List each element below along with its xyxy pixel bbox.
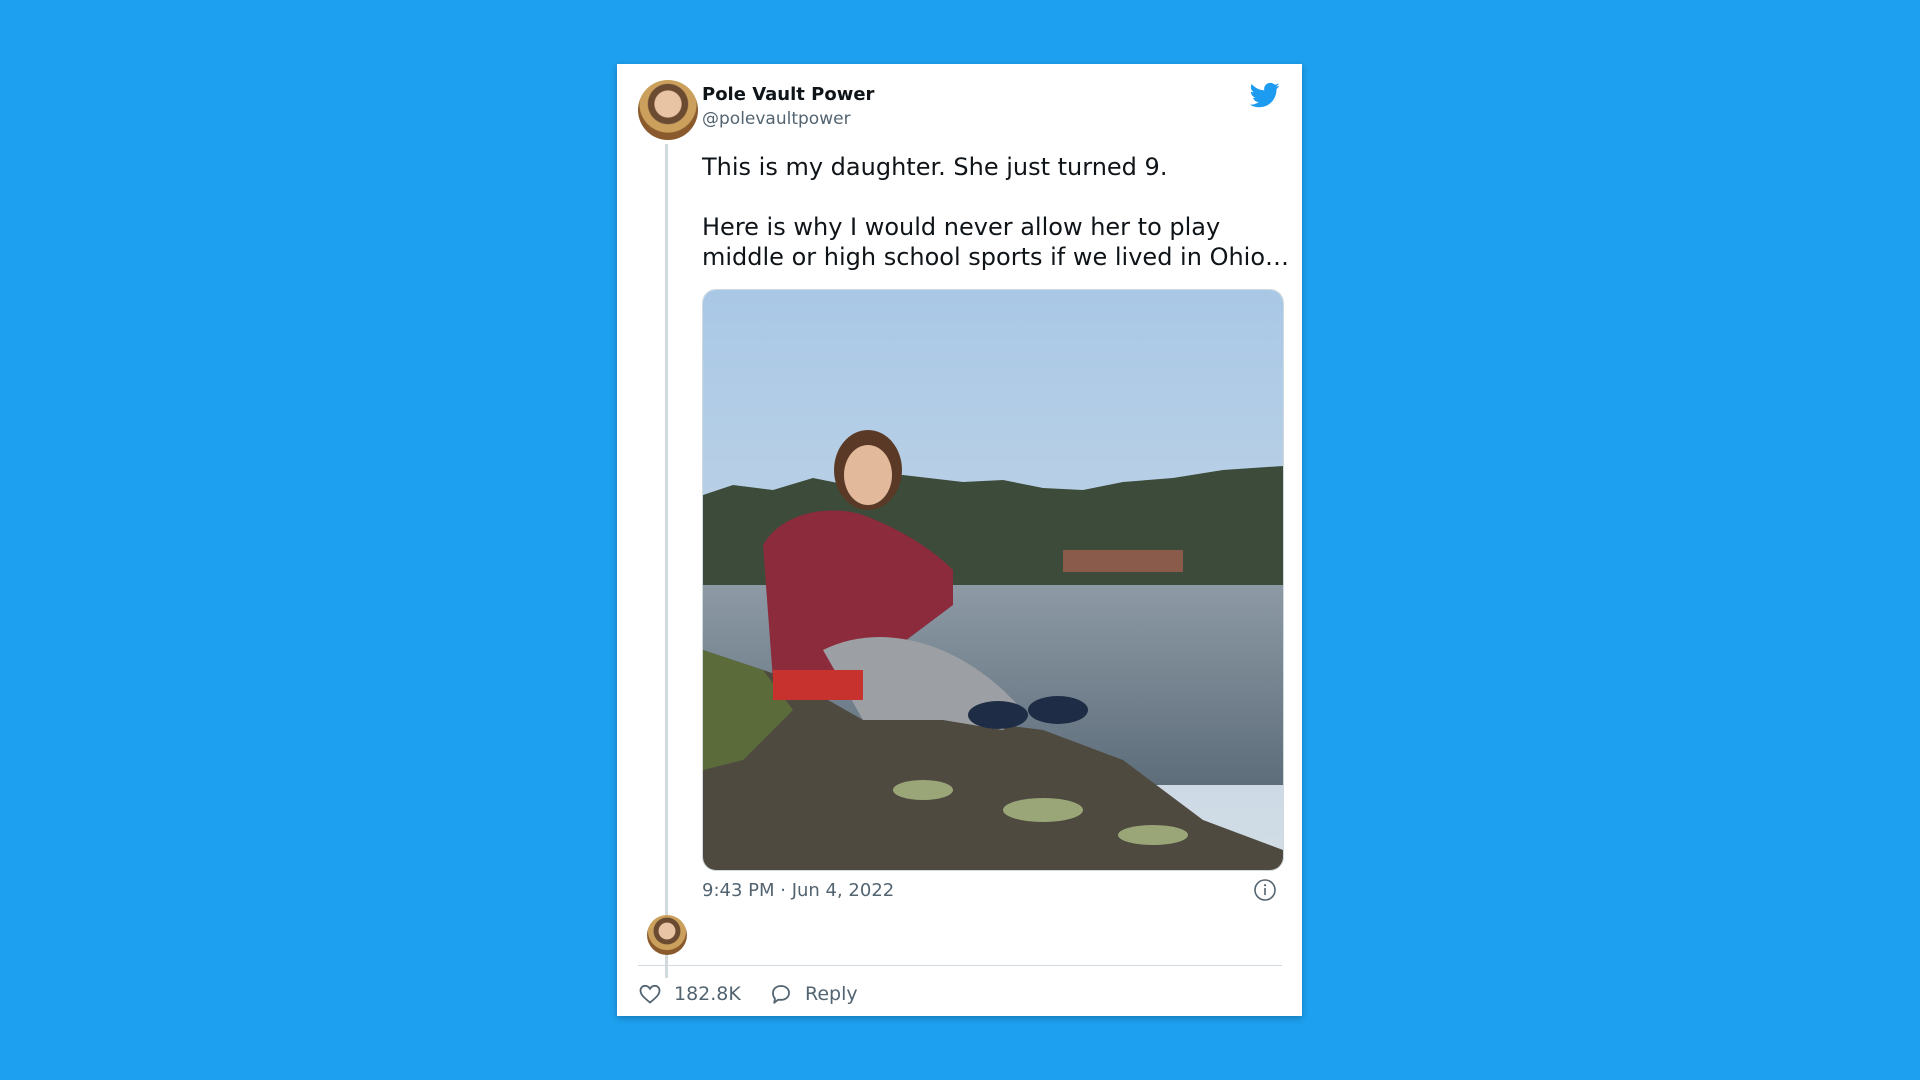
author-name[interactable]: Pole Vault Power: [702, 84, 874, 105]
reply-label: Reply: [805, 983, 858, 1005]
twitter-bird-icon[interactable]: [1250, 80, 1280, 110]
tweet-timestamp[interactable]: 9:43 PM · Jun 4, 2022: [702, 880, 894, 901]
tweet-photo[interactable]: [702, 289, 1284, 871]
tweet-text: This is my daughter. She just turned 9. …: [702, 153, 1290, 271]
author-avatar-small[interactable]: [647, 915, 687, 955]
thread-line: [665, 144, 668, 978]
like-count: 182.8K: [674, 983, 741, 1005]
heart-icon: [639, 984, 661, 1004]
author-handle[interactable]: @polevaultpower: [702, 109, 851, 129]
reply-button[interactable]: Reply: [769, 979, 858, 1009]
info-icon[interactable]: [1253, 878, 1277, 902]
tweet-card: Pole Vault Power @polevaultpower This is…: [617, 64, 1302, 1016]
like-button[interactable]: 182.8K: [638, 979, 741, 1009]
divider: [638, 965, 1282, 966]
speech-bubble-icon: [772, 985, 790, 1004]
author-avatar[interactable]: [638, 80, 698, 140]
